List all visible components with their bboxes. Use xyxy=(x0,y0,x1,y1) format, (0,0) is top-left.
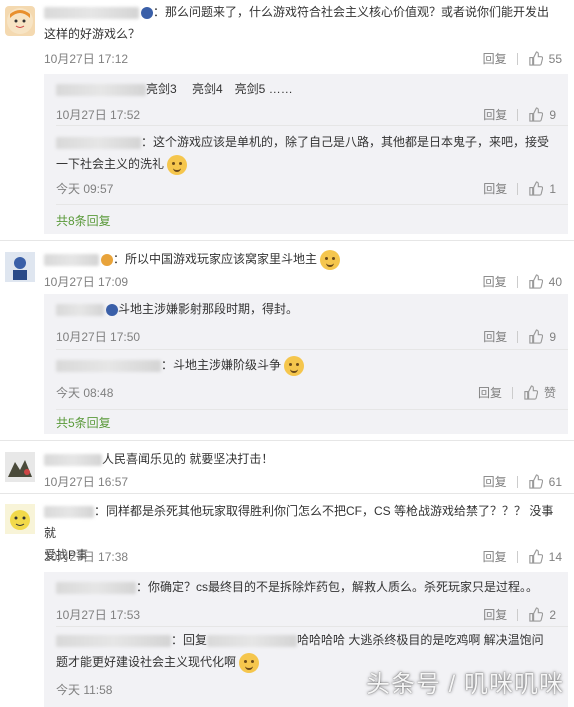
username-blurred[interactable] xyxy=(44,505,94,518)
username-blurred[interactable] xyxy=(56,83,146,96)
more-replies-link[interactable]: 共8条回复 xyxy=(56,212,111,229)
laugh-cry-emoji-icon xyxy=(239,652,260,673)
avatar[interactable] xyxy=(5,504,35,534)
avatar[interactable] xyxy=(5,452,35,482)
reply-text: 亮剑3 亮剑4 亮剑5 …… xyxy=(146,82,293,96)
comment-actions: 回复 14 xyxy=(483,548,562,565)
avatar[interactable] xyxy=(5,252,35,282)
reply-button[interactable]: 回复 xyxy=(483,328,507,345)
thumbs-up-icon xyxy=(528,274,543,289)
comment-actions: 回复 61 xyxy=(483,473,562,490)
reply-button[interactable]: 回复 xyxy=(483,180,507,197)
doge-emoji-icon xyxy=(167,154,188,175)
reply-box: 斗地主涉嫌影射那段时期，得封。 10月27日 17:50 回复 9 ：斗地主涉嫌… xyxy=(44,294,568,434)
username-blurred[interactable] xyxy=(44,453,102,466)
reply-item: ：斗地主涉嫌阶级斗争 今天 08:48 回复 赞 xyxy=(56,354,556,404)
comment-2: ：所以中国游戏玩家应该窝家里斗地主 10月27日 17:09 回复 40 斗地主… xyxy=(0,248,574,438)
doge-emoji-icon xyxy=(320,249,341,270)
comment-time: 10月27日 17:38 xyxy=(44,550,129,564)
like-button[interactable]: 9 xyxy=(528,107,556,122)
username-blurred[interactable] xyxy=(56,581,136,594)
thumbs-up-icon xyxy=(528,549,543,564)
reply-time: 10月27日 17:52 xyxy=(56,108,141,122)
username-blurred[interactable] xyxy=(44,6,139,19)
username-blurred[interactable] xyxy=(56,136,141,149)
like-button[interactable]: 9 xyxy=(528,329,556,344)
reply-time: 今天 11:58 xyxy=(56,683,113,697)
reply-button[interactable]: 回复 xyxy=(483,50,507,67)
username-blurred[interactable] xyxy=(56,303,104,316)
level-icon xyxy=(141,6,153,19)
comment-actions: 回复 55 xyxy=(483,50,562,67)
reply-button[interactable]: 回复 xyxy=(483,273,507,290)
reply-time: 今天 09:57 xyxy=(56,182,114,196)
like-button[interactable]: 61 xyxy=(528,474,562,489)
comment-text: ：那么问题来了，什么游戏符合社会主义核心价值观？或者说你们能开发出 这样的好游戏… xyxy=(44,5,550,41)
more-replies-link[interactable]: 共5条回复 xyxy=(56,414,111,431)
username-blurred[interactable] xyxy=(44,253,99,266)
like-button[interactable]: 2 xyxy=(528,607,556,622)
reply-actions: 回复 9 xyxy=(483,106,556,123)
reply-item: ：你确定？cs最终目的不是拆除炸药包，解救人质么。杀死玩家只是过程。。 10月2… xyxy=(56,580,556,623)
reply-time: 10月27日 17:50 xyxy=(56,330,141,344)
comment-text: ：所以中国游戏玩家应该窝家里斗地主 xyxy=(44,248,564,270)
reply-item: 亮剑3 亮剑4 亮剑5 …… 10月27日 17:52 回复 9 xyxy=(56,78,556,128)
like-button[interactable]: 55 xyxy=(528,51,562,66)
username-blurred[interactable] xyxy=(56,634,171,647)
comment-time: 10月27日 16:57 xyxy=(44,475,129,489)
reply-item: ：这个游戏应该是单机的，除了自己是八路，其他都是日本鬼子，来吧，接受 一下社会主义… xyxy=(56,135,556,197)
thumbs-up-icon xyxy=(528,474,543,489)
avatar[interactable] xyxy=(5,6,35,36)
reply-actions: 回复 赞 xyxy=(478,384,556,401)
comment-3: 人民喜闻乐见的 就要坚决打击！ 10月27日 16:57 回复 61 xyxy=(0,448,574,490)
thumbs-up-icon xyxy=(529,107,544,122)
reply-time: 今天 08:48 xyxy=(56,386,114,400)
reply-actions: 回复 9 xyxy=(483,328,556,345)
thumbs-up-icon xyxy=(529,181,544,196)
comment-time: 10月27日 17:12 xyxy=(44,52,129,66)
reply-item: 斗地主涉嫌影射那段时期，得封。 10月27日 17:50 回复 9 xyxy=(56,302,556,345)
comment-text: 人民喜闻乐见的 就要坚决打击！ xyxy=(44,448,564,470)
thumbs-up-icon xyxy=(524,385,538,400)
reply-time: 10月27日 17:53 xyxy=(56,608,141,622)
reply-box: 亮剑3 亮剑4 亮剑5 …… 10月27日 17:52 回复 9 ：这个游戏应该… xyxy=(44,74,568,234)
comment-1: ：那么问题来了，什么游戏符合社会主义核心价值观？或者说你们能开发出 这样的好游戏… xyxy=(0,0,574,234)
reply-button[interactable]: 回复 xyxy=(483,606,507,623)
reply-button[interactable]: 回复 xyxy=(483,106,507,123)
reply-button[interactable]: 回复 xyxy=(483,473,507,490)
reply-button[interactable]: 回复 xyxy=(483,548,507,565)
like-button[interactable]: 1 xyxy=(528,181,556,196)
thumbs-up-icon xyxy=(529,607,544,622)
comment-actions: 回复 40 xyxy=(483,273,562,290)
comment-time: 10月27日 17:09 xyxy=(44,275,129,289)
level-icon xyxy=(106,303,118,316)
mentioned-user-blurred[interactable] xyxy=(207,634,298,647)
reply-actions: 回复 1 xyxy=(483,180,556,197)
watermark: 头条号 / 叽咪叽咪 xyxy=(365,671,564,698)
thumbs-up-icon xyxy=(528,51,543,66)
thumbs-up-icon xyxy=(529,329,544,344)
vip-icon xyxy=(101,253,113,266)
like-button[interactable]: 14 xyxy=(528,549,562,564)
reply-button[interactable]: 回复 xyxy=(478,384,502,401)
laugh-cry-emoji-icon xyxy=(284,355,305,376)
username-blurred[interactable] xyxy=(56,359,161,372)
reply-actions: 回复 2 xyxy=(483,606,556,623)
like-button[interactable]: 赞 xyxy=(523,384,556,401)
like-button[interactable]: 40 xyxy=(528,274,562,289)
